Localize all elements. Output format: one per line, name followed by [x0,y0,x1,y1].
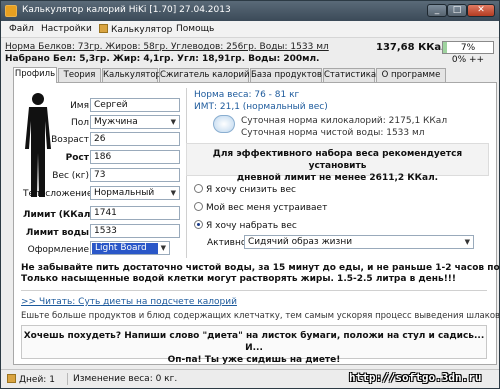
kcal-total: 137,68 ККал [376,42,449,53]
tab-theory[interactable]: Теория [58,68,101,83]
daily-progress-label: 7% [460,43,476,53]
chevron-down-icon: ▼ [464,238,470,246]
goal-gain-label: Я хочу набрать вес [206,221,297,231]
daily-water-text: Суточная норма чистой воды: 1533 мл [241,128,425,138]
kcal-limit-label: Лимит (ККал) [23,210,95,220]
close-button[interactable]: ✕ [467,4,495,17]
ok-indicator: 0% ++ [451,55,485,65]
banner-line-1: Хочешь похудеть? Напиши слово "диета" на… [23,331,485,353]
banner-line-2: Оп-па! Ты уже сидишь на диете! [167,355,341,365]
sex-value: Мужчина [94,117,138,127]
name-input[interactable]: Сергей [90,98,180,112]
body-type-select[interactable]: Нормальный ▼ [90,186,180,200]
goal-lose-label: Я хочу снизить вес [206,185,296,195]
menu-help-label: Помощь [176,24,215,34]
days-status-text: Дней: 1 [19,375,55,385]
recommendation-box: Для эффективного набора веса рекомендует… [186,143,489,183]
theme-value: Light Board [92,243,158,254]
tab-calorie-burner[interactable]: Сжигатель калорий [159,68,250,83]
calendar-icon [7,374,16,383]
activity-value: Сидячий образ жизни [248,237,353,247]
maximize-button[interactable]: □ [447,4,467,17]
gained-line: Набрано Бел: 5,3гр. Жир: 4,1гр. Угл: 18,… [5,54,320,64]
watermark: http://softgo.3dn.ru [349,371,482,384]
goal-gain-radio[interactable]: Я хочу набрать вес [194,220,297,231]
radio-selected-icon [194,220,203,229]
body-type-label: Телосложение [23,189,93,199]
chevron-down-icon: ▼ [170,189,176,197]
menu-settings[interactable]: Настройки [41,24,92,34]
status-separator [67,373,68,385]
daily-kcal-text: Суточная норма килокалорий: 2175,1 ККал [241,116,448,126]
chevron-down-icon: ▼ [170,118,176,126]
activity-select[interactable]: Сидячий образ жизни ▼ [244,235,474,249]
bmi-text: ИМТ: 21,1 (нормальный вес) [194,102,328,112]
tab-profile[interactable]: Профиль [13,67,57,83]
title-bar[interactable]: Калькулятор калорий HiKi [1.70] 27.04.20… [1,1,499,21]
speech-bubble-icon [213,115,235,133]
radio-icon [194,202,203,211]
norm-line[interactable]: Норма Белков: 73гр. Жиров: 58гр. Углевод… [5,41,329,53]
goal-lose-radio[interactable]: Я хочу снизить вес [194,184,296,195]
tab-about[interactable]: О программе [376,68,446,83]
menu-calculator[interactable]: Калькулятор [99,24,172,35]
body-type-value: Нормальный [94,188,155,198]
sex-select[interactable]: Мужчина ▼ [90,115,180,129]
theme-select[interactable]: Light Board ▼ [90,241,170,255]
water-limit-input[interactable]: 1533 [90,224,180,238]
kcal-limit-input[interactable]: 1741 [90,206,180,220]
motivation-banner: Хочешь похудеть? Напиши слово "диета" на… [21,325,487,365]
recommendation-line-2: дневной лимит не менее 2611,2 ККал. [236,173,439,183]
daily-progress-bar: 7% [442,41,494,54]
window-title: Калькулятор калорий HiKi [1.70] 27.04.20… [22,5,231,15]
weight-change-status: Изменение веса: 0 кг. [73,374,178,384]
menu-file[interactable]: Файл [9,24,34,34]
weight-norm-text: Норма веса: 76 - 81 кг [194,90,300,100]
water-warning: Не забывайте пить достаточно чистой воды… [21,263,500,285]
tab-statistics[interactable]: Статистика [323,68,376,83]
menu-help[interactable]: Помощь [176,24,214,34]
menu-calculator-label: Калькулятор [111,25,173,35]
app-window: Калькулятор калорий HiKi [1.70] 27.04.20… [0,0,500,389]
tab-product-base[interactable]: База продуктов [250,68,322,83]
theme-label: Оформление [27,245,89,255]
radio-icon [194,184,203,193]
height-label: Рост [65,153,89,163]
nutrition-summary: Норма Белков: 73гр. Жиров: 58гр. Углевод… [5,41,329,65]
weight-label: Вес (кг) [52,171,89,181]
name-label: Имя [70,101,89,111]
minimize-button[interactable]: _ [427,4,447,17]
water-limit-label: Лимит воды [25,228,89,238]
app-icon [5,5,17,17]
tab-calculator[interactable]: Калькулятор [102,68,161,83]
menu-bar: Файл Настройки Калькулятор Помощь [1,21,499,38]
age-label: Возраст [51,135,89,145]
sex-label: Пол [70,118,89,128]
days-status: Дней: 1 [7,374,55,385]
tip-text: Ешьте больше продуктов и блюд содержащих… [21,311,500,321]
age-input[interactable]: 26 [90,132,180,146]
calculator-icon [99,24,108,33]
goal-keep-label: Мой вес меня устраивает [206,203,328,213]
read-diet-link[interactable]: >> Читать: Суть диеты на подсчете калори… [21,297,237,307]
recommendation-line-1: Для эффективного набора веса рекомендует… [212,149,463,171]
section-divider [21,290,487,291]
weight-input[interactable]: 73 [90,168,180,182]
water-warning-line-2: Только насыщенные водой клетки могут рас… [21,274,457,284]
chevron-down-icon: ▼ [160,244,166,252]
water-warning-line-1: Не забывайте пить достаточно чистой воды… [21,263,500,273]
goal-keep-radio[interactable]: Мой вес меня устраивает [194,202,327,213]
height-input[interactable]: 186 [90,150,180,164]
